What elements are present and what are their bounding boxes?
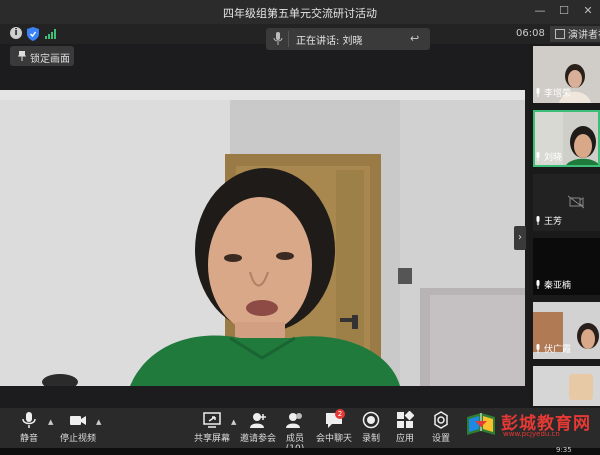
speaker-text: 正在讲话: 刘晓 <box>296 36 363 47</box>
participant-gallery: 李增荣 刘晓 王芳 秦亚楠 伏广霞 <box>529 44 600 408</box>
record-button[interactable]: 录制 <box>358 411 384 444</box>
return-arrow-icon[interactable]: ↩ <box>410 32 419 45</box>
chat-label: 会中聊天 <box>316 434 353 444</box>
speaker-video-frame <box>0 90 525 386</box>
mute-label: 静音 <box>19 434 38 444</box>
chevron-up-icon[interactable]: ▲ <box>96 418 101 426</box>
taskbar-clock: 9:35 <box>556 446 572 454</box>
apps-label: 应用 <box>395 434 414 444</box>
participant-name: 伏广霞 <box>544 345 572 355</box>
gear-icon <box>434 411 448 429</box>
close-button[interactable]: ✕ <box>580 3 596 19</box>
microphone-icon <box>536 344 540 353</box>
microphone-icon <box>536 152 540 161</box>
shield-icon[interactable] <box>27 27 39 41</box>
record-icon <box>362 411 380 429</box>
microphone-icon <box>536 216 540 225</box>
presenter-view-button[interactable]: 演讲者视 <box>550 26 600 42</box>
divider <box>288 31 289 47</box>
settings-button[interactable]: 设置 <box>428 411 454 444</box>
invite-button[interactable]: 邀请参会 <box>240 411 276 444</box>
chat-button[interactable]: 2 会中聊天 <box>316 409 353 444</box>
stop-video-label: 停止视频 <box>59 434 96 444</box>
chat-icon-wrap: 2 <box>325 409 345 429</box>
meeting-timer: 06:08 <box>516 28 545 39</box>
lock-view-label: 锁定画面 <box>30 54 70 65</box>
chevron-up-icon[interactable]: ▲ <box>231 418 236 426</box>
participant-tile[interactable]: 王芳 <box>533 174 600 231</box>
settings-label: 设置 <box>431 434 450 444</box>
share-screen-label: 共享屏幕 <box>194 434 231 444</box>
maximize-button[interactable]: ☐ <box>556 3 572 19</box>
window-titlebar: 四年级组第五单元交流研讨活动 — ☐ ✕ <box>0 0 600 24</box>
participant-tile[interactable] <box>533 366 600 406</box>
participant-tile[interactable]: 李增荣 <box>533 46 600 103</box>
microphone-icon <box>536 88 540 97</box>
os-taskbar <box>0 448 600 455</box>
participant-namebar: 李增荣 <box>533 87 575 101</box>
members-icon <box>286 413 302 428</box>
participant-namebar: 王芳 <box>533 215 566 229</box>
chat-badge: 2 <box>335 409 345 419</box>
invite-label: 邀请参会 <box>240 434 277 444</box>
window-title: 四年级组第五单元交流研讨活动 <box>223 7 377 20</box>
minimize-button[interactable]: — <box>532 3 548 19</box>
mute-button[interactable]: 静音 <box>14 411 44 444</box>
participant-name: 秦亚楠 <box>544 281 572 291</box>
camera-icon <box>70 416 86 425</box>
brand-logo: 彭城教育网 www.pcjyedu.cn <box>463 409 600 439</box>
pin-icon <box>18 51 26 61</box>
logo-url: www.pcjyedu.cn <box>503 430 560 438</box>
participant-namebar: 刘晓 <box>533 151 566 165</box>
share-screen-icon <box>203 412 221 428</box>
stop-video-button[interactable]: 停止视频 <box>58 411 98 444</box>
microphone-icon <box>536 280 540 289</box>
participant-namebar: 秦亚楠 <box>533 279 575 293</box>
participant-tile[interactable]: 秦亚楠 <box>533 238 600 295</box>
book-logo-icon <box>467 413 495 435</box>
presenter-view-label: 演讲者视 <box>568 30 600 41</box>
participant-name: 李增荣 <box>544 89 572 99</box>
add-user-icon <box>250 413 266 428</box>
participant-tile[interactable]: 刘晓 <box>533 110 600 167</box>
main-video[interactable]: ☺ ▪ ◀ <box>0 90 525 386</box>
participant-name: 王芳 <box>544 217 563 227</box>
participant-tile[interactable]: 伏广霞 <box>533 302 600 359</box>
view-icon <box>555 29 565 39</box>
signal-icon[interactable] <box>45 29 57 39</box>
chevron-up-icon[interactable]: ▲ <box>48 418 53 426</box>
participant-namebar: 伏广霞 <box>533 343 575 357</box>
participant-name: 刘晓 <box>544 153 563 163</box>
participant-video <box>533 366 600 406</box>
microphone-icon <box>273 32 283 45</box>
apps-icon <box>397 411 414 428</box>
share-screen-button[interactable]: 共享屏幕 <box>194 411 230 444</box>
active-speaker-indicator: 正在讲话: 刘晓 ↩ <box>266 28 430 50</box>
record-label: 录制 <box>361 434 380 444</box>
info-icon[interactable]: i <box>10 27 22 39</box>
apps-button[interactable]: 应用 <box>392 411 418 444</box>
sidebar-collapse-button[interactable]: › <box>514 226 526 250</box>
lock-view-button[interactable]: 锁定画面 <box>10 46 74 66</box>
microphone-icon <box>22 412 36 428</box>
